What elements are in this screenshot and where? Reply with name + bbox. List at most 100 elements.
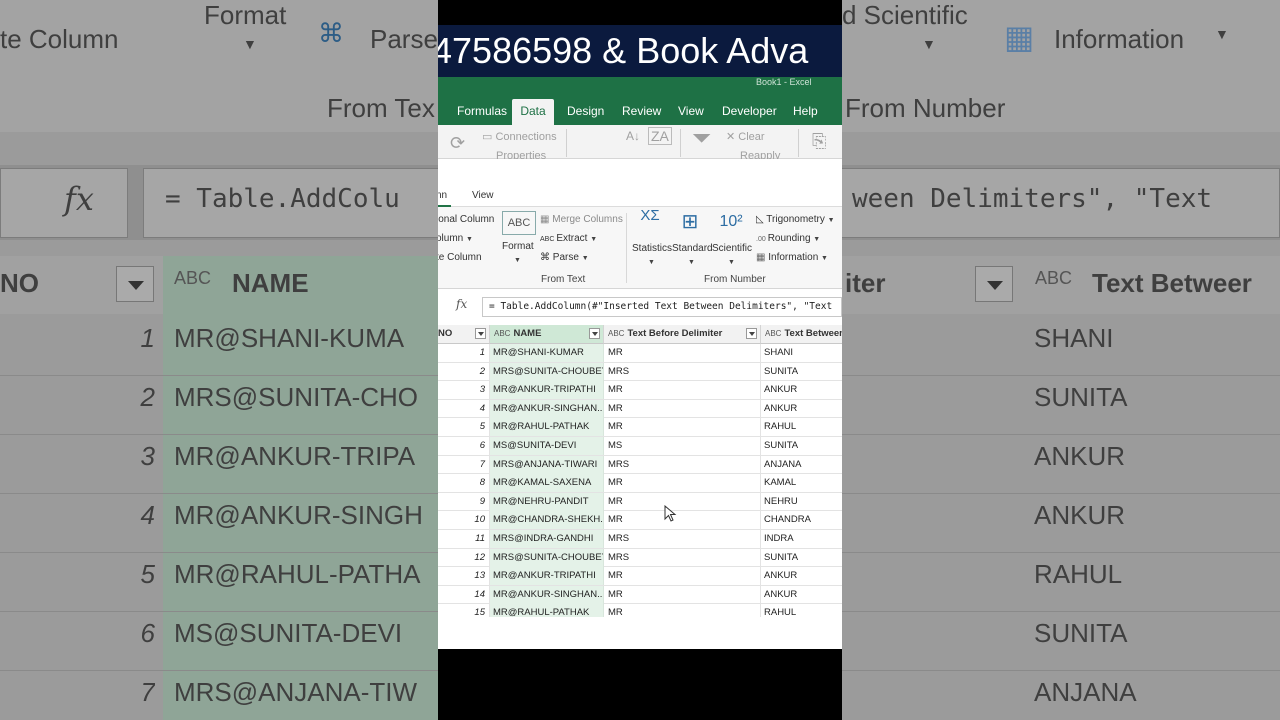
table-row[interactable]: 15 MR@RAHUL-PATHAK MR RAHUL: [438, 604, 842, 617]
cell-no[interactable]: 14: [438, 585, 490, 604]
tab-data[interactable]: Data: [512, 99, 554, 125]
cell-between[interactable]: RAHUL: [761, 604, 842, 617]
cell-no[interactable]: 10: [438, 511, 490, 530]
cell-name[interactable]: MR@RAHUL-PATHAK: [490, 604, 604, 617]
cell-between[interactable]: SUNITA: [761, 363, 842, 381]
tab-formulas[interactable]: Formulas: [453, 99, 511, 125]
text-to-columns-icon[interactable]: ⎘: [812, 131, 826, 152]
cell-no[interactable]: 5: [438, 418, 490, 437]
cell-before[interactable]: MRS: [604, 455, 761, 474]
column-header-no[interactable]: NO: [438, 325, 490, 344]
column-header-text-before-delimiter[interactable]: ABC Text Before Delimiter: [604, 325, 761, 344]
sort-az-icon[interactable]: A↓: [626, 129, 640, 143]
table-row[interactable]: 8 MR@KAMAL-SAXENA MR KAMAL: [438, 474, 842, 493]
cell-no[interactable]: 2: [438, 362, 490, 381]
cell-between[interactable]: ANKUR: [761, 586, 842, 604]
cell-between[interactable]: KAMAL: [761, 474, 842, 492]
table-row[interactable]: 3 MR@ANKUR-TRIPATHI MR ANKUR: [438, 381, 842, 400]
extract-button[interactable]: ABC Extract ▼: [540, 233, 597, 244]
column-from-button[interactable]: olumn ▼: [438, 233, 473, 244]
tab-design[interactable]: Design: [563, 99, 608, 125]
column-header-name[interactable]: ABC NAME: [490, 325, 604, 344]
tab-add-column[interactable]: nn: [438, 185, 452, 207]
cell-no[interactable]: 3: [438, 381, 490, 400]
table-row[interactable]: 14 MR@ANKUR-SINGHAN... MR ANKUR: [438, 585, 842, 605]
cell-before[interactable]: MR: [604, 585, 761, 604]
cell-between[interactable]: CHANDRA: [761, 511, 842, 529]
trigonometry-button[interactable]: ◺ Trigonometry ▼: [756, 214, 835, 225]
filter-icon[interactable]: ⏷: [692, 125, 711, 153]
cell-between[interactable]: ANJANA: [761, 456, 842, 474]
cell-name[interactable]: MR@KAMAL-SAXENA: [490, 474, 604, 493]
cell-between[interactable]: RAHUL: [761, 418, 842, 436]
cell-between[interactable]: ANKUR: [761, 381, 842, 399]
tab-view[interactable]: View: [468, 185, 498, 207]
cell-before[interactable]: MR: [604, 604, 761, 617]
cell-between[interactable]: ANKUR: [761, 400, 842, 418]
table-row[interactable]: 2 MRS@SUNITA-CHOUBEY MRS SUNITA: [438, 362, 842, 382]
sort-dialog-icon[interactable]: ZA: [648, 127, 672, 145]
cell-before[interactable]: MR: [604, 567, 761, 586]
parse-button[interactable]: ⌘ Parse ▼: [540, 252, 589, 263]
cell-name[interactable]: MR@ANKUR-TRIPATHI: [490, 567, 604, 586]
statistics-button[interactable]: Statistics: [632, 243, 672, 254]
cell-no[interactable]: 4: [438, 399, 490, 418]
format-button[interactable]: Format: [502, 241, 534, 252]
cell-before[interactable]: MRS: [604, 548, 761, 567]
cell-before[interactable]: MR: [604, 511, 761, 530]
table-row[interactable]: 7 MRS@ANJANA-TIWARI MRS ANJANA: [438, 455, 842, 475]
cell-before[interactable]: MR: [604, 418, 761, 437]
cell-before[interactable]: MS: [604, 437, 761, 455]
cell-before[interactable]: MR: [604, 474, 761, 493]
cell-between[interactable]: ANKUR: [761, 567, 842, 585]
connections-button[interactable]: ▭ Connections: [482, 130, 557, 143]
cell-no[interactable]: 13: [438, 567, 490, 586]
cell-name[interactable]: MRS@SUNITA-CHOUBEY: [490, 548, 604, 567]
tab-help[interactable]: Help: [789, 99, 822, 125]
standard-button[interactable]: Standard: [672, 243, 713, 254]
cell-no[interactable]: 6: [438, 437, 490, 455]
duplicate-column-button[interactable]: te Column: [438, 252, 482, 263]
scientific-button[interactable]: Scientific: [712, 243, 752, 254]
cell-no[interactable]: 8: [438, 474, 490, 493]
cell-no[interactable]: 15: [438, 604, 490, 617]
cell-name[interactable]: MR@RAHUL-PATHAK: [490, 418, 604, 437]
cell-name[interactable]: MR@ANKUR-SINGHAN...: [490, 399, 604, 418]
filter-dropdown-icon[interactable]: [589, 328, 600, 339]
cell-before[interactable]: MRS: [604, 362, 761, 381]
cell-no[interactable]: 9: [438, 492, 490, 511]
refresh-icon[interactable]: ⟳: [450, 133, 465, 154]
cell-name[interactable]: MR@SHANI-KUMAR: [490, 344, 604, 362]
cell-between[interactable]: NEHRU: [761, 493, 842, 511]
format-icon[interactable]: ABC: [502, 211, 536, 235]
cell-name[interactable]: MRS@SUNITA-CHOUBEY: [490, 362, 604, 381]
rounding-button[interactable]: .00 Rounding ▼: [756, 233, 820, 244]
conditional-column-button[interactable]: ional Column: [438, 214, 494, 225]
cell-between[interactable]: SHANI: [761, 344, 842, 362]
merge-columns-button[interactable]: ▦ Merge Columns: [540, 214, 623, 225]
table-row[interactable]: 9 MR@NEHRU-PANDIT MR NEHRU: [438, 492, 842, 512]
cell-no[interactable]: 11: [438, 530, 490, 548]
cell-between[interactable]: SUNITA: [761, 437, 842, 455]
cell-name[interactable]: MR@ANKUR-SINGHAN...: [490, 585, 604, 604]
table-row[interactable]: 4 MR@ANKUR-SINGHAN... MR ANKUR: [438, 399, 842, 419]
cell-between[interactable]: SUNITA: [761, 549, 842, 567]
table-row[interactable]: 10 MR@CHANDRA-SHEKH... MR CHANDRA: [438, 511, 842, 530]
cell-before[interactable]: MR: [604, 399, 761, 418]
filter-dropdown-icon[interactable]: [475, 328, 486, 339]
tab-view[interactable]: View: [674, 99, 708, 125]
information-button[interactable]: ▦ Information ▼: [756, 252, 828, 263]
cell-before[interactable]: MR: [604, 492, 761, 511]
cell-no[interactable]: 12: [438, 548, 490, 567]
table-row[interactable]: 12 MRS@SUNITA-CHOUBEY MRS SUNITA: [438, 548, 842, 568]
table-row[interactable]: 13 MR@ANKUR-TRIPATHI MR ANKUR: [438, 567, 842, 586]
cell-no[interactable]: 7: [438, 455, 490, 474]
column-header-text-between[interactable]: ABC Text Between: [761, 325, 842, 344]
statistics-icon[interactable]: XΣ: [636, 208, 664, 223]
cell-name[interactable]: MS@SUNITA-DEVI: [490, 437, 604, 455]
tab-review[interactable]: Review: [618, 99, 665, 125]
cell-name[interactable]: MR@NEHRU-PANDIT: [490, 492, 604, 511]
table-row[interactable]: 5 MR@RAHUL-PATHAK MR RAHUL: [438, 418, 842, 437]
table-row[interactable]: 1 MR@SHANI-KUMAR MR SHANI: [438, 344, 842, 363]
cell-between[interactable]: INDRA: [761, 530, 842, 548]
